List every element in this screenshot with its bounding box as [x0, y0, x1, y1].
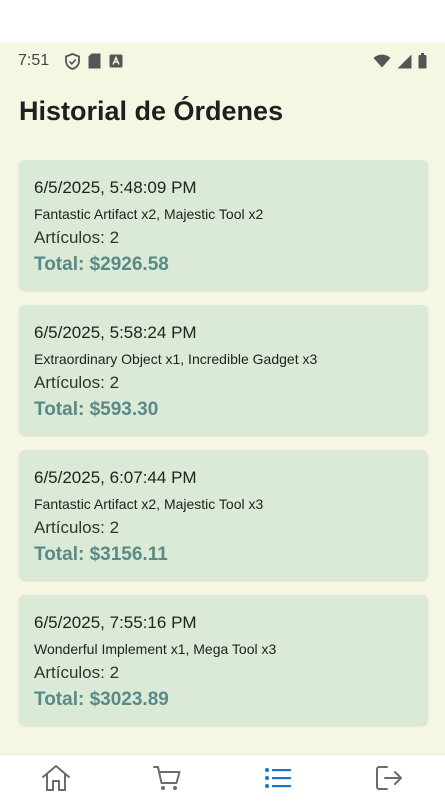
nav-cart-button[interactable] — [137, 755, 197, 801]
shield-icon — [65, 52, 81, 70]
order-card[interactable]: 6/5/2025, 6:07:44 PM Fantastic Artifact … — [19, 450, 428, 580]
order-items: Fantastic Artifact x2, Majestic Tool x2 — [34, 206, 264, 222]
home-icon — [41, 765, 70, 791]
order-items: Wonderful Implement x1, Mega Tool x3 — [34, 641, 277, 657]
order-total: Total: $593.30 — [34, 399, 159, 420]
order-items: Extraordinary Object x1, Incredible Gadg… — [34, 351, 318, 367]
order-item-count: Artículos: 2 — [34, 663, 120, 682]
list-icon — [265, 768, 292, 788]
cellular-signal-icon — [397, 54, 412, 69]
status-time: 7:51 — [18, 52, 50, 69]
order-card[interactable]: 6/5/2025, 7:55:16 PM Wonderful Implement… — [19, 595, 428, 725]
order-card[interactable]: 6/5/2025, 5:48:09 PM Fantastic Artifact … — [19, 160, 428, 290]
nav-orders-button[interactable] — [248, 755, 308, 801]
order-total: Total: $3156.11 — [34, 544, 168, 565]
cart-icon — [152, 766, 181, 790]
order-items: Fantastic Artifact x2, Majestic Tool x3 — [34, 496, 264, 512]
wifi-icon — [373, 54, 391, 68]
order-date: 6/5/2025, 5:58:24 PM — [34, 323, 197, 342]
page-title: Historial de Órdenes — [19, 96, 284, 126]
order-item-count: Artículos: 2 — [34, 373, 120, 392]
logout-icon — [376, 766, 403, 790]
nav-logout-button[interactable] — [359, 755, 419, 801]
app-screen: 7:51 Historial de Órdenes 6/5/2025, 5:48… — [0, 42, 445, 801]
app-notification-icon — [109, 54, 123, 68]
sd-card-icon — [88, 53, 101, 69]
order-total: Total: $2926.58 — [34, 254, 169, 275]
order-date: 6/5/2025, 7:55:16 PM — [34, 613, 197, 632]
status-bar: 7:51 — [0, 42, 445, 80]
order-item-count: Artículos: 2 — [34, 228, 120, 247]
order-total: Total: $3023.89 — [34, 689, 169, 710]
order-date: 6/5/2025, 5:48:09 PM — [34, 178, 197, 197]
bottom-navigation — [0, 754, 445, 801]
order-list: 6/5/2025, 5:48:09 PM Fantastic Artifact … — [19, 160, 428, 740]
status-right — [373, 53, 427, 69]
order-item-count: Artículos: 2 — [34, 518, 120, 537]
status-left: 7:51 — [18, 52, 123, 70]
order-card[interactable]: 6/5/2025, 5:58:24 PM Extraordinary Objec… — [19, 305, 428, 435]
nav-home-button[interactable] — [26, 755, 86, 801]
battery-icon — [418, 53, 427, 69]
order-date: 6/5/2025, 6:07:44 PM — [34, 468, 197, 487]
